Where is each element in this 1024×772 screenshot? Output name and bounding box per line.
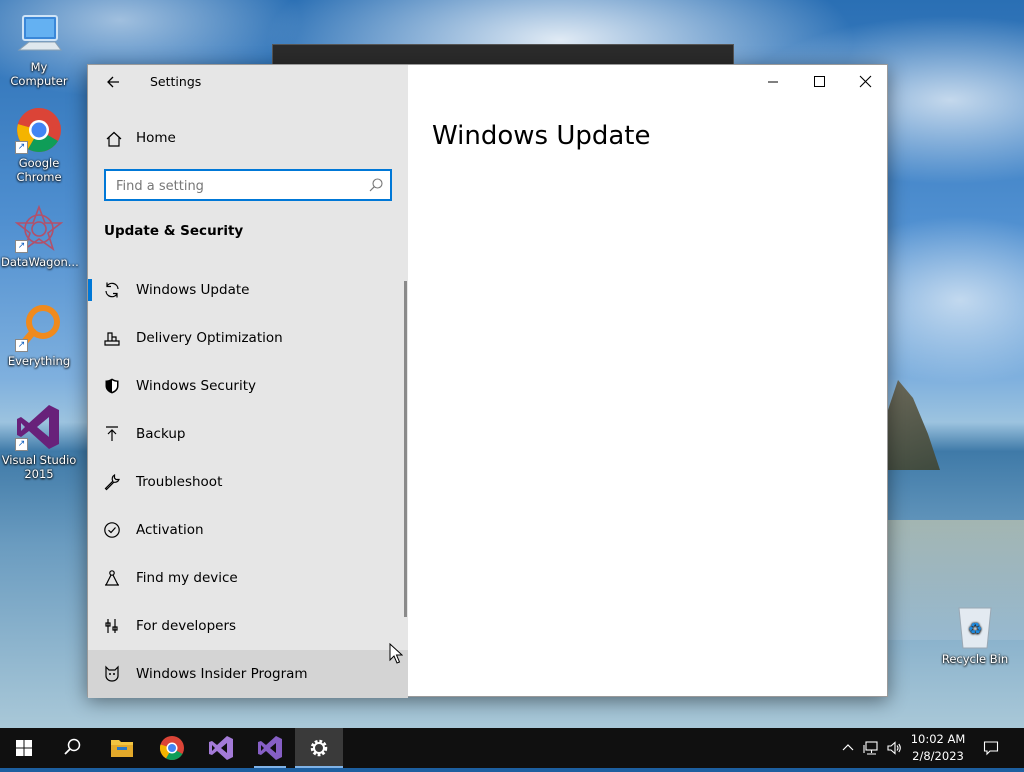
desktop-icon-label: Everything (7, 354, 71, 368)
shield-icon (103, 377, 121, 395)
desktop-icon-everything[interactable]: ↗ Everything (1, 304, 77, 368)
page-title: Windows Update (432, 121, 651, 151)
nav-list: Windows Update Delivery Optimization Win… (88, 266, 408, 698)
chrome-icon: ↗ (15, 106, 63, 154)
search-icon[interactable] (368, 177, 384, 193)
tray-clock[interactable]: 10:02 AM 2/8/2023 (906, 731, 970, 765)
recycle-bin-icon: ♻ (951, 602, 999, 650)
desktop-icon-my-computer[interactable]: My Computer (1, 10, 77, 88)
nav-item-for-developers[interactable]: For developers (88, 602, 408, 650)
computer-icon (15, 10, 63, 58)
nav-item-label: Activation (136, 522, 204, 538)
desktop-icon-datawagon[interactable]: ↗ DataWagon... (1, 204, 79, 269)
visual-studio-2015-icon (258, 736, 282, 760)
nav-item-windows-security[interactable]: Windows Security (88, 362, 408, 410)
maximize-button[interactable] (796, 65, 842, 97)
datawagon-icon: ↗ (14, 204, 64, 253)
taskbar: 10:02 AM 2/8/2023 (0, 728, 1024, 768)
nav-item-troubleshoot[interactable]: Troubleshoot (88, 458, 408, 506)
visual-studio-icon (209, 736, 233, 760)
nav-item-label: Troubleshoot (136, 474, 223, 490)
taskbar-search-button[interactable] (48, 728, 96, 768)
settings-window: Settings Home Update & Security Windows … (87, 64, 888, 698)
file-explorer-icon (111, 740, 133, 757)
search-icon (64, 738, 81, 755)
close-button[interactable] (842, 65, 888, 97)
back-arrow-icon[interactable] (102, 71, 124, 93)
nav-home[interactable]: Home (88, 123, 408, 155)
start-icon (16, 740, 32, 756)
start-button[interactable] (0, 728, 48, 768)
nav-home-label: Home (136, 130, 176, 146)
search-box[interactable] (104, 169, 392, 201)
nav-item-windows-update[interactable]: Windows Update (88, 266, 408, 314)
desktop-icon-label: Recycle Bin (941, 652, 1009, 666)
chrome-icon (159, 736, 184, 761)
network-icon[interactable] (863, 740, 879, 756)
desktop-icon-label: Google Chrome (16, 156, 62, 184)
nav-item-delivery-optimization[interactable]: Delivery Optimization (88, 314, 408, 362)
sync-icon (103, 281, 121, 299)
desktop-icon-recycle-bin[interactable]: ♻ Recycle Bin (937, 602, 1013, 666)
clock-date: 2/8/2023 (912, 749, 964, 763)
backup-arrow-icon (103, 425, 121, 443)
home-icon (105, 130, 123, 148)
desktop-icon-visual-studio[interactable]: ↗ Visual Studio 2015 (1, 403, 77, 481)
nav-item-backup[interactable]: Backup (88, 410, 408, 458)
svg-text:♻: ♻ (968, 619, 982, 638)
nav-item-label: Backup (136, 426, 186, 442)
nav-item-windows-insider-program[interactable]: Windows Insider Program (88, 650, 408, 698)
everything-search-icon: ↗ (15, 304, 63, 352)
search-input[interactable] (106, 171, 368, 201)
desktop-icon-label: Visual Studio 2015 (1, 453, 77, 481)
visual-studio-icon: ↗ (15, 403, 63, 451)
taskbar-file-explorer[interactable] (98, 728, 146, 768)
shortcut-arrow-icon: ↗ (15, 141, 28, 154)
taskbar-chrome[interactable] (148, 728, 196, 768)
shortcut-arrow-icon: ↗ (15, 438, 28, 451)
nav-item-label: Windows Insider Program (136, 666, 308, 682)
clock-time: 10:02 AM (910, 732, 966, 746)
nav-item-label: Windows Update (136, 282, 250, 298)
mouse-cursor-icon (389, 642, 404, 665)
nav-item-label: Windows Security (136, 378, 256, 394)
shortcut-arrow-icon: ↗ (15, 240, 28, 253)
nav-item-label: Delivery Optimization (136, 330, 283, 346)
nav-item-label: Find my device (136, 570, 238, 586)
sidebar-scrollbar[interactable] (404, 281, 407, 617)
find-device-icon (103, 569, 121, 587)
nav-item-label: For developers (136, 618, 237, 634)
minimize-button[interactable] (750, 65, 796, 97)
volume-icon[interactable] (886, 740, 902, 756)
desktop-icon-google-chrome[interactable]: ↗ Google Chrome (1, 106, 77, 184)
wrench-icon (103, 473, 121, 491)
show-hidden-icons-chevron-icon[interactable] (840, 740, 856, 756)
taskbar-settings[interactable] (295, 728, 343, 768)
check-circle-icon (103, 521, 121, 539)
delivery-optimization-icon (103, 329, 121, 347)
insider-cat-icon (103, 665, 121, 683)
desktop-icon-label: My Computer (10, 60, 68, 88)
section-header: Update & Security (104, 223, 244, 239)
action-center-icon[interactable] (983, 740, 999, 756)
shortcut-arrow-icon: ↗ (15, 339, 28, 352)
taskbar-visual-studio[interactable] (197, 728, 245, 768)
desktop-icon-label: DataWagon... (1, 255, 79, 269)
developer-tools-icon (103, 617, 121, 635)
settings-gear-icon (310, 739, 328, 757)
taskbar-visual-studio-2015[interactable] (246, 728, 294, 768)
nav-item-find-my-device[interactable]: Find my device (88, 554, 408, 602)
settings-sidebar: Settings Home Update & Security Windows … (88, 65, 408, 698)
app-title: Settings (150, 74, 202, 89)
nav-item-activation[interactable]: Activation (88, 506, 408, 554)
